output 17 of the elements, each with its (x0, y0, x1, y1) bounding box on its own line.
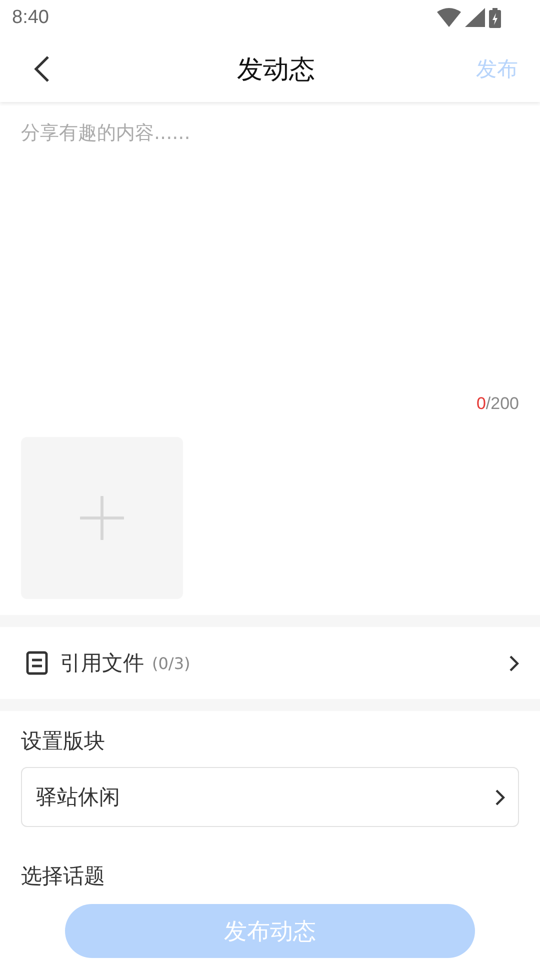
wifi-icon (437, 8, 461, 28)
board-select[interactable]: 驿站休闲 (21, 767, 519, 827)
chevron-right-icon (495, 788, 505, 806)
status-time: 8:40 (12, 7, 49, 29)
page-title: 发动态 (237, 54, 315, 86)
cite-file-label: 引用文件 (60, 650, 144, 677)
file-count: (0/3) (152, 654, 190, 672)
back-icon[interactable] (34, 56, 50, 82)
board-label: 设置版块 (21, 728, 106, 755)
signal-icon (465, 8, 485, 28)
cite-file-row[interactable]: 引用文件 (0/3) (0, 627, 540, 699)
plus-icon (80, 496, 124, 540)
topic-label: 选择话题 (21, 863, 106, 890)
character-counter: 0/200 (476, 394, 519, 414)
chevron-right-icon (509, 654, 519, 672)
battery-icon (489, 8, 501, 28)
document-icon (26, 651, 48, 675)
